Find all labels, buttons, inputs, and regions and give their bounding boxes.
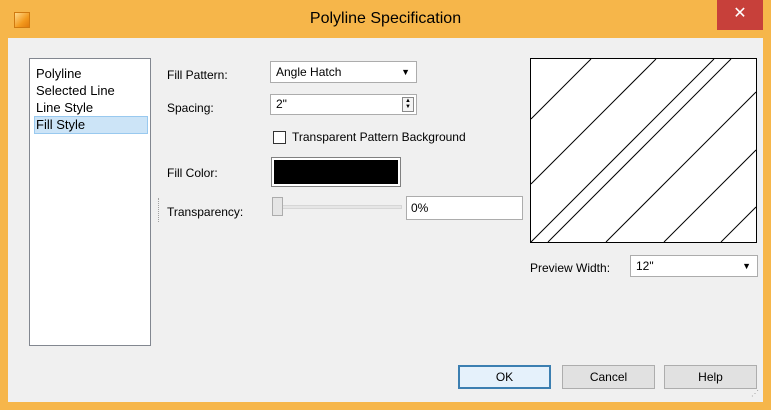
fill-pattern-dropdown[interactable]: Angle Hatch ▼ <box>270 61 417 83</box>
resize-grip-icon[interactable]: ⋰ <box>751 389 759 398</box>
tree-item-selected-line[interactable]: Selected Line <box>34 82 148 100</box>
ok-button[interactable]: OK <box>458 365 551 389</box>
transparent-background-label: Transparent Pattern Background <box>292 130 466 144</box>
dialog-window: Polyline Specification ✕ Polyline Select… <box>0 0 771 410</box>
preview-width-label: Preview Width: <box>530 261 611 275</box>
separator-dots <box>158 198 161 222</box>
transparent-background-checkbox[interactable] <box>273 131 286 144</box>
fill-color-label: Fill Color: <box>167 166 218 180</box>
transparency-input[interactable]: 0% <box>406 196 523 220</box>
cancel-button[interactable]: Cancel <box>562 365 655 389</box>
tree-item-line-style[interactable]: Line Style <box>34 99 148 117</box>
fill-color-swatch[interactable] <box>271 157 401 187</box>
window-title: Polyline Specification <box>309 10 462 27</box>
transparency-slider-thumb[interactable] <box>272 197 283 216</box>
fill-preview <box>530 58 757 243</box>
spacing-label: Spacing: <box>167 101 214 115</box>
transparency-slider-track[interactable] <box>274 205 402 209</box>
spin-arrows-icon[interactable]: ▲ ▼ <box>402 97 414 112</box>
tree-item-fill-style[interactable]: Fill Style <box>34 116 148 134</box>
preview-width-value: 12" <box>636 259 654 273</box>
title-bar[interactable]: Polyline Specification ✕ <box>0 0 771 38</box>
chevron-down-icon: ▼ <box>742 261 751 271</box>
dialog-client-area: Polyline Selected Line Line Style Fill S… <box>8 38 763 402</box>
tree-item-polyline[interactable]: Polyline <box>34 65 148 83</box>
fill-pattern-label: Fill Pattern: <box>167 68 228 82</box>
transparency-label: Transparency: <box>167 205 244 219</box>
spacing-value: 2" <box>276 97 287 111</box>
hatch-pattern-preview <box>530 58 757 243</box>
help-button[interactable]: Help <box>664 365 757 389</box>
fill-pattern-value: Angle Hatch <box>276 65 342 79</box>
spacing-spinbox[interactable]: 2" ▲ ▼ <box>270 94 417 115</box>
close-button[interactable]: ✕ <box>717 0 763 30</box>
category-tree: Polyline Selected Line Line Style Fill S… <box>29 58 151 346</box>
chevron-down-icon: ▼ <box>401 67 410 77</box>
preview-width-dropdown[interactable]: 12" ▼ <box>630 255 758 277</box>
